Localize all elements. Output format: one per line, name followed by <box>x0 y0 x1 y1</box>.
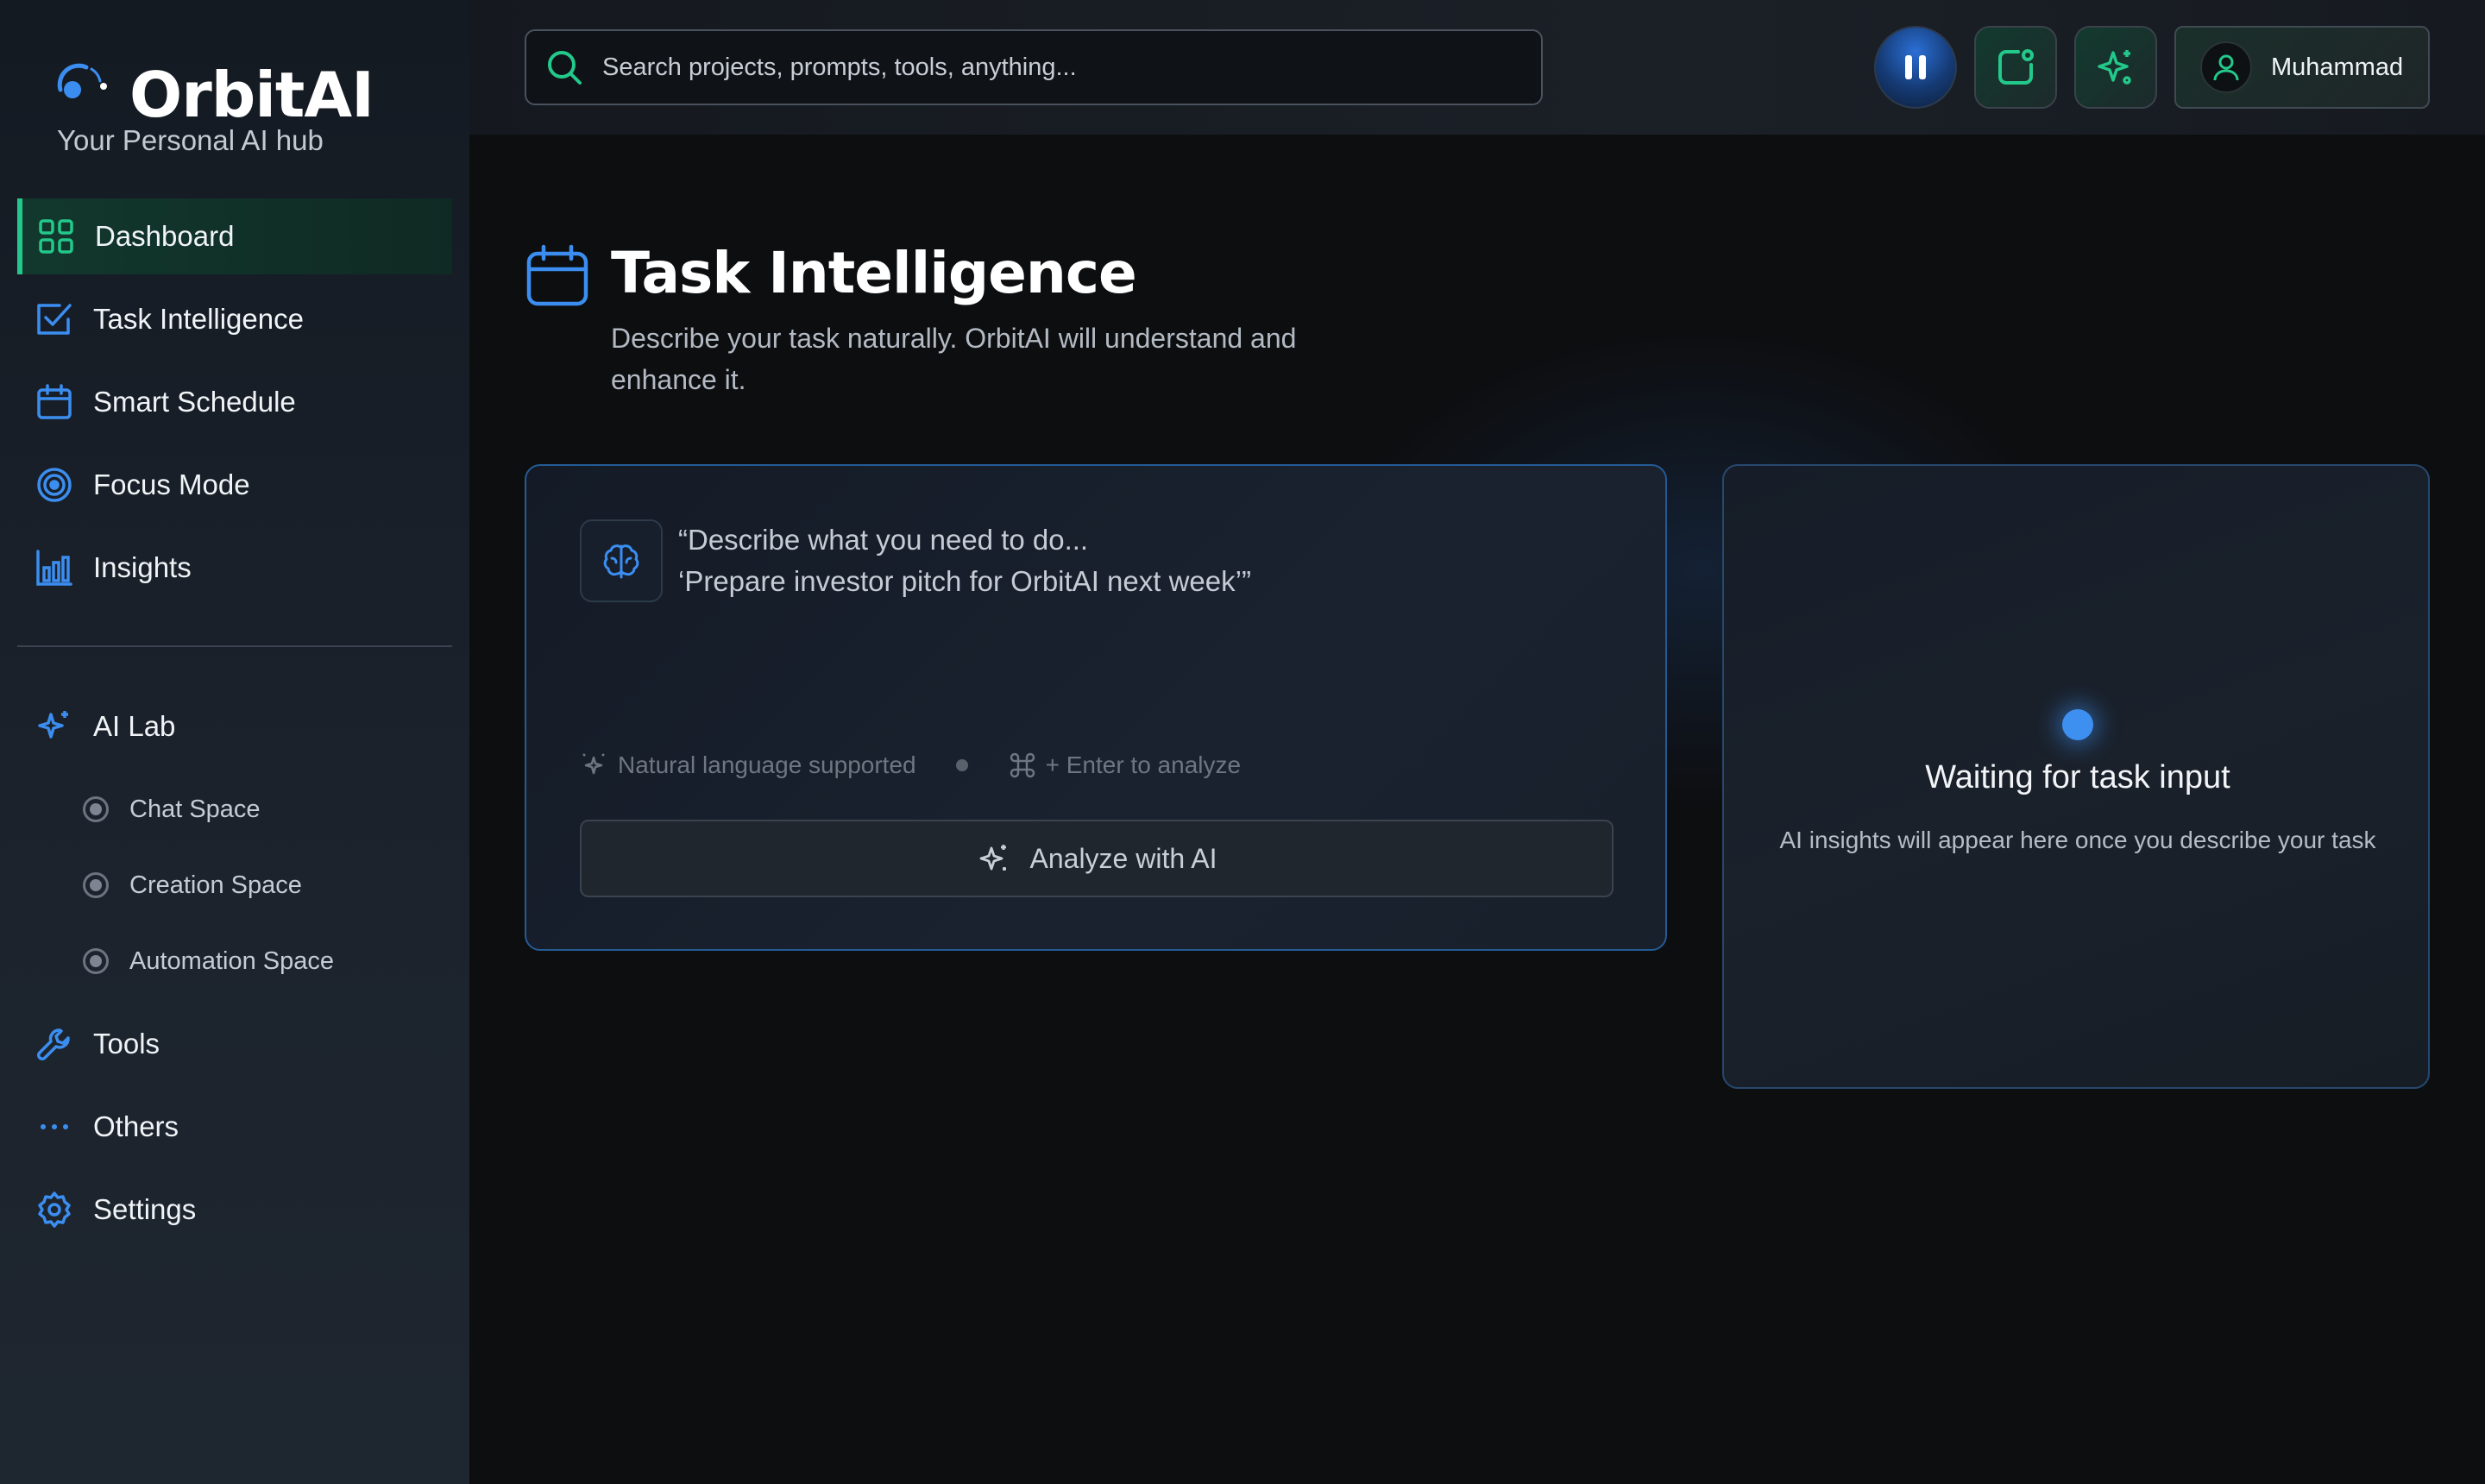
avatar <box>2200 41 2252 93</box>
app-tagline: Your Personal AI hub <box>57 124 324 156</box>
orbit-logo-icon <box>57 63 107 98</box>
task-input-placeholder[interactable]: “Describe what you need to do... ‘Prepar… <box>678 519 1251 602</box>
sidebar: OrbitAI Your Personal AI hub Dashboard T… <box>0 0 469 1484</box>
placeholder-line-2: ‘Prepare investor pitch for OrbitAI next… <box>678 565 1251 597</box>
sidebar-item-smart-schedule[interactable]: Smart Schedule <box>17 364 452 440</box>
pause-button[interactable] <box>1874 26 1957 109</box>
sidebar-item-label: Focus Mode <box>93 468 250 500</box>
sidebar-item-label: AI Lab <box>93 710 176 742</box>
notification-square-icon <box>1998 49 2034 85</box>
placeholder-line-1: “Describe what you need to do... <box>678 524 1089 556</box>
calendar-icon <box>526 244 588 306</box>
notification-button[interactable] <box>1974 26 2057 109</box>
analyze-button-label: Analyze with AI <box>1029 842 1217 874</box>
gear-icon <box>35 1190 74 1229</box>
sidebar-item-label: Smart Schedule <box>93 386 296 418</box>
sidebar-item-label: Task Intelligence <box>93 303 304 335</box>
ai-panel-title: Waiting for task input <box>1925 759 2230 795</box>
radio-dot-icon <box>83 872 109 898</box>
sidebar-item-label: Tools <box>93 1028 160 1060</box>
wrench-icon <box>35 1024 74 1064</box>
sidebar-item-tools[interactable]: Tools <box>17 1006 452 1082</box>
sidebar-item-task-intelligence[interactable]: Task Intelligence <box>17 281 452 357</box>
sparkle-icon <box>2098 50 2131 85</box>
sidebar-item-label: Insights <box>93 551 192 583</box>
command-key-icon <box>1010 752 1035 778</box>
page-description: Describe your task naturally. OrbitAI wi… <box>611 323 1297 395</box>
checkbox-icon <box>35 299 74 339</box>
dots-icon <box>35 1107 74 1147</box>
hint-separator <box>955 759 968 771</box>
bar-chart-icon <box>35 548 74 588</box>
logo[interactable]: OrbitAI Your Personal AI hub <box>52 53 414 157</box>
search-bar[interactable] <box>525 29 1543 105</box>
user-menu-button[interactable]: Muhammad <box>2174 26 2430 109</box>
hint-natural-language: Natural language supported <box>618 751 916 778</box>
sidebar-item-others[interactable]: Others <box>17 1089 452 1165</box>
page-title: Task Intelligence <box>611 240 1137 306</box>
user-name: Muhammad <box>2271 53 2404 81</box>
radio-dot-icon <box>83 796 109 822</box>
sidebar-item-ai-lab[interactable]: AI Lab <box>17 689 452 764</box>
sparkle-icon <box>979 845 1006 871</box>
ai-insights-panel: Waiting for task input AI insights will … <box>1722 464 2430 1089</box>
status-pulse-dot <box>2062 709 2093 740</box>
sidebar-subitem-label: Automation Space <box>129 946 334 975</box>
brain-icon-box <box>580 519 663 602</box>
sidebar-item-label: Others <box>93 1110 179 1142</box>
task-input-card[interactable]: “Describe what you need to do... ‘Prepar… <box>525 464 1667 951</box>
ai-sparkle-button[interactable] <box>2074 26 2157 109</box>
hint-shortcut: + Enter to analyze <box>1045 751 1242 778</box>
brain-icon <box>603 544 639 579</box>
input-hints: Natural language supported + Enter to an… <box>580 751 1241 780</box>
search-input[interactable] <box>602 53 1534 82</box>
calendar-icon <box>35 382 74 422</box>
analyze-with-ai-button[interactable]: Analyze with AI <box>580 820 1614 897</box>
sidebar-subitem-automation-space[interactable]: Automation Space <box>83 935 334 987</box>
grid-icon <box>36 217 76 256</box>
sidebar-subitem-creation-space[interactable]: Creation Space <box>83 859 302 911</box>
sparkle-icon <box>35 707 74 746</box>
pause-icon <box>1905 55 1926 79</box>
sidebar-item-insights[interactable]: Insights <box>17 530 452 606</box>
search-icon <box>548 51 582 85</box>
sidebar-item-focus-mode[interactable]: Focus Mode <box>17 447 452 523</box>
sidebar-item-dashboard[interactable]: Dashboard <box>17 198 452 274</box>
sparkle-hint-icon <box>582 753 605 775</box>
user-icon <box>2213 54 2239 81</box>
sidebar-subitem-chat-space[interactable]: Chat Space <box>83 783 261 835</box>
sidebar-item-label: Settings <box>93 1193 197 1225</box>
sidebar-subitem-label: Chat Space <box>129 795 261 823</box>
radio-dot-icon <box>83 948 109 974</box>
sidebar-item-label: Dashboard <box>95 220 235 252</box>
sidebar-subitem-label: Creation Space <box>129 871 302 899</box>
sidebar-divider <box>17 645 452 647</box>
ai-panel-subtitle: AI insights will appear here once you de… <box>1779 827 2376 853</box>
app-name: OrbitAI <box>129 59 374 131</box>
sidebar-item-settings[interactable]: Settings <box>17 1172 452 1248</box>
target-icon <box>35 465 74 505</box>
top-bar: Muhammad <box>469 0 2485 135</box>
